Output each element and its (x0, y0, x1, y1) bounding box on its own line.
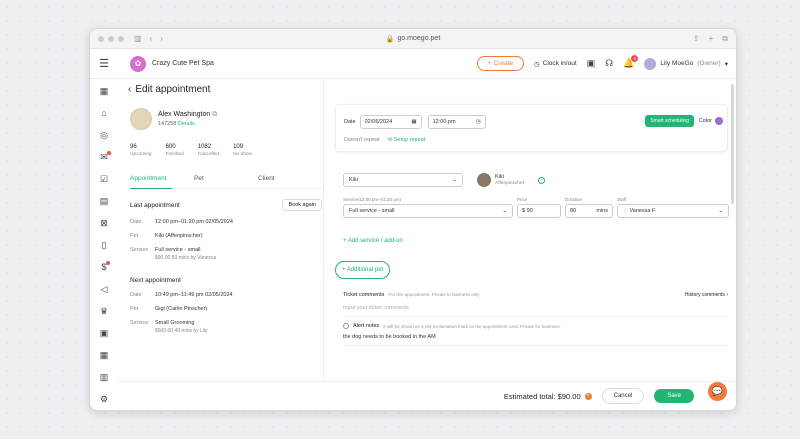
color-picker[interactable]: Color (699, 117, 723, 125)
time-input[interactable]: 12:00 pm ◷ (427, 115, 486, 129)
store-icon[interactable]: ▤ (100, 190, 109, 212)
gear-icon[interactable]: ⚙ (100, 388, 108, 410)
notification-badge: 4 (631, 55, 639, 62)
repeat-icon: ⟲ (387, 137, 393, 143)
last-appointment: Last appointment Book again Date 12:00 pm–… (130, 199, 322, 261)
chevron-down-icon: ⌄ (452, 177, 457, 183)
alert-notes-input[interactable]: the dog needs to be booked in the AM (343, 334, 728, 346)
estimated-total: Estimated total: $90.00 × (504, 392, 592, 401)
pet-select[interactable]: Kiki ⌄ (343, 173, 463, 187)
crown-icon[interactable]: ♛ (100, 300, 108, 322)
client-stats: 96 Upcoming 600 Finished 1082 Cancelled 109… (130, 144, 253, 157)
headset-icon[interactable]: ☊ (605, 58, 613, 69)
details-link[interactable]: Details (178, 121, 195, 127)
menu-icon[interactable]: ☰ (90, 57, 118, 70)
calendar-icon[interactable]: ▦ (100, 80, 109, 102)
duration-input[interactable]: 80 mins (565, 204, 613, 218)
alert-toggle[interactable] (343, 323, 349, 329)
share-icon[interactable]: ⇪ (693, 34, 700, 44)
add-service-button[interactable]: + Add service / add-on (343, 238, 728, 244)
back-arrow-icon[interactable]: ‹ (128, 84, 131, 95)
message-icon[interactable]: ✉ (100, 146, 111, 168)
additional-pet-button[interactable]: + Additional pet (335, 261, 391, 279)
alert-notes: Alert notes It will be shown as a red ex… (343, 323, 728, 329)
scrollbar[interactable] (731, 84, 734, 204)
client-name: Alex Washington (158, 111, 211, 118)
sidebar-toggle-icon[interactable]: ▥ (134, 34, 142, 43)
footer-bar: Estimated total: $90.00 × Cancel Save (118, 381, 736, 410)
clock-icon: ◷ (475, 119, 481, 125)
report-icon[interactable]: ⊠ (100, 212, 108, 234)
payment-icon[interactable]: $ (101, 256, 110, 278)
business-switcher[interactable]: ✿ Crazy Cute Pet Spa (130, 55, 214, 72)
shop-icon[interactable]: ▣ (100, 322, 109, 344)
window-controls[interactable] (98, 35, 124, 42)
grid-icon[interactable]: ▦ (100, 344, 109, 366)
copy-icon[interactable]: ⧉ (212, 111, 217, 118)
create-button[interactable]: + Create (476, 56, 524, 71)
chevron-down-icon: ⌄ (718, 208, 723, 214)
chart-icon[interactable]: ▥ (100, 366, 109, 388)
user-menu[interactable]: Lily MoeGo (Owner) ▾ (644, 57, 728, 70)
appointment-form: Date 02/06/2024 ▦ 12:00 pm ◷ Smart schedul… (335, 104, 729, 346)
client-tabs: Appointment Pet Client (130, 175, 322, 189)
map-icon[interactable]: ◎ (100, 124, 108, 146)
book-again-button[interactable]: Book again (282, 199, 322, 211)
star-icon: ☆ (623, 208, 628, 214)
check-icon: ✓ (538, 176, 546, 184)
home-icon[interactable]: ⌂ (101, 102, 106, 124)
lock-icon: 🔒 (385, 35, 395, 43)
new-tab-icon[interactable]: + (709, 34, 714, 44)
ticket-comments: Ticket comments For this appointment. Pri… (335, 292, 728, 346)
client-id: 147258 (158, 121, 177, 127)
ticket-comment-input[interactable]: Input your ticket comments (343, 305, 728, 317)
chat-support-icon[interactable]: 💬 (708, 382, 727, 401)
tab-appointment[interactable]: Appointment (130, 175, 194, 182)
date-input[interactable]: 02/06/2024 ▦ (359, 115, 422, 129)
calendar-icon: ▦ (411, 119, 417, 125)
task-icon[interactable]: ☑ (100, 168, 108, 190)
color-swatch (715, 117, 723, 125)
history-comments-link[interactable]: History comments › (685, 292, 728, 298)
avatar (644, 57, 657, 70)
pet-card: Kiki Affenpinscher ✓ (477, 173, 546, 187)
chevron-down-icon: ⌄ (502, 208, 507, 214)
price-input[interactable]: $ 90 (517, 204, 561, 218)
tab-pet[interactable]: Pet (194, 175, 258, 182)
bell-icon[interactable]: 🔔 4 (623, 55, 639, 69)
cancel-button[interactable]: Cancel (601, 388, 645, 404)
tab-client[interactable]: Client (258, 175, 322, 182)
clock-in-out-button[interactable]: ◷ Clock in/out (534, 60, 577, 68)
next-appointment: Next appointment Date 10:49 pm–11:49 pm 0… (130, 277, 233, 334)
document-icon[interactable]: ▯ (102, 234, 107, 256)
pet-avatar (477, 173, 491, 187)
address-bar[interactable]: 🔒 go.moego.pet (386, 35, 441, 43)
client-avatar (130, 108, 152, 130)
sidebar: ▦ ⌂ ◎ ✉ ☑ ▤ ⊠ ▯ $ ◁ ♛ ▣ ▦ ▥ ⚙ (90, 80, 118, 410)
tabs-icon[interactable]: ⧉ (722, 34, 728, 44)
main-content: ‹ Edit appointment Alex Washington ⧉ 147… (118, 80, 736, 410)
info-icon[interactable]: × (584, 392, 592, 400)
browser-chrome: ▥ ‹ › 🔒 go.moego.pet ⇪ + ⧉ (90, 29, 736, 49)
schedule-box: Date 02/06/2024 ▦ 12:00 pm ◷ Smart schedul… (335, 104, 728, 152)
back-arrow-icon[interactable]: ‹ (150, 34, 153, 43)
calendar-check-icon[interactable]: ▣ (587, 58, 596, 69)
clock-icon: ◷ (534, 60, 540, 68)
chevron-down-icon: ▾ (724, 60, 728, 68)
forward-arrow-icon[interactable]: › (160, 34, 163, 43)
setup-repeat-link[interactable]: ⟲ Setup repeat (388, 137, 426, 143)
save-button[interactable]: Save (654, 389, 694, 403)
business-logo: ✿ (130, 55, 146, 72)
marketing-icon[interactable]: ◁ (101, 278, 108, 300)
client-panel: Alex Washington ⧉ 147258 Details 96 Upcom… (130, 108, 322, 334)
page-title: ‹ Edit appointment (128, 84, 211, 95)
service-select[interactable]: Full service - small ⌄ (343, 204, 513, 218)
smart-scheduling-button[interactable]: Smart scheduling (645, 115, 694, 127)
app-header: ☰ ✿ Crazy Cute Pet Spa + Create ◷ Clock i… (90, 49, 736, 79)
browser-window: ▥ ‹ › 🔒 go.moego.pet ⇪ + ⧉ ☰ ✿ Crazy Cute Pet… (89, 28, 737, 411)
staff-select[interactable]: ☆ Vanessa F ⌄ (617, 204, 729, 218)
